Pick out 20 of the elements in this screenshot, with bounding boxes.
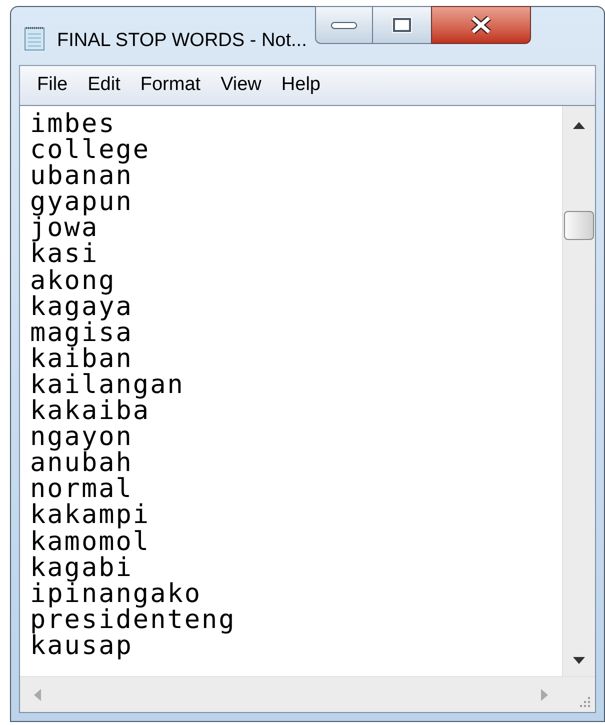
window-title: FINAL STOP WORDS - Not...: [57, 29, 307, 53]
menu-item[interactable]: File: [28, 69, 77, 102]
scroll-up-icon[interactable]: [573, 122, 585, 129]
scroll-right-icon[interactable]: [541, 688, 548, 700]
maximize-button[interactable]: [372, 6, 431, 44]
maximize-icon: [392, 18, 411, 32]
scroll-thumb[interactable]: [564, 211, 594, 240]
minimize-button[interactable]: [314, 6, 373, 44]
scroll-down-icon[interactable]: [573, 657, 585, 664]
menu-item[interactable]: View: [212, 69, 270, 102]
minimize-icon: [330, 22, 357, 28]
resize-grip-icon[interactable]: [579, 696, 591, 708]
notepad-icon: [23, 25, 47, 51]
menu-item[interactable]: Format: [131, 69, 210, 102]
close-button[interactable]: [430, 6, 531, 44]
menu-item[interactable]: Edit: [78, 69, 130, 102]
menu-item[interactable]: Help: [272, 69, 330, 102]
scroll-left-icon[interactable]: [34, 688, 41, 700]
close-icon: [470, 16, 492, 34]
vertical-scrollbar[interactable]: [562, 106, 595, 676]
